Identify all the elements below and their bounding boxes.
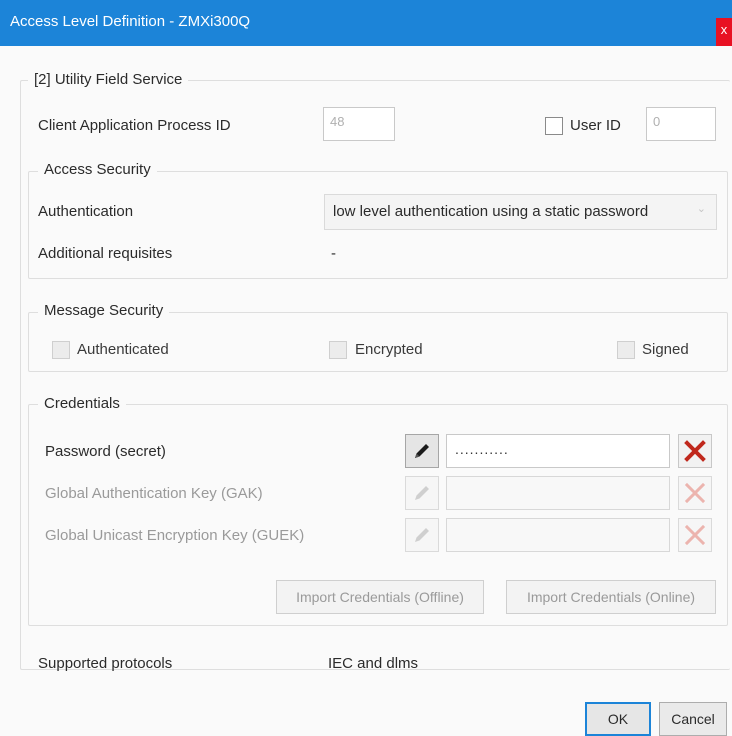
- close-button[interactable]: x: [716, 18, 732, 46]
- guek-edit-button[interactable]: [405, 518, 439, 552]
- guek-clear-button[interactable]: [678, 518, 712, 552]
- user-id-checkbox[interactable]: [545, 117, 563, 135]
- client-app-id-value: 48: [330, 114, 345, 129]
- authenticated-label: Authenticated: [77, 341, 169, 358]
- credentials-legend: Credentials: [38, 395, 126, 412]
- close-icon[interactable]: x: [721, 22, 728, 37]
- gak-edit-button[interactable]: [405, 476, 439, 510]
- pencil-icon: [415, 528, 429, 542]
- encrypted-label: Encrypted: [355, 341, 423, 358]
- gak-input[interactable]: [446, 476, 670, 510]
- main-group-legend: [2] Utility Field Service: [28, 71, 189, 88]
- gak-label: Global Authentication Key (GAK): [45, 485, 263, 502]
- user-id-input[interactable]: 0: [646, 107, 716, 141]
- encrypted-checkbox[interactable]: [329, 341, 347, 359]
- user-id-value: 0: [653, 114, 661, 129]
- import-online-button[interactable]: Import Credentials (Online): [506, 580, 716, 614]
- password-value: ...........: [455, 441, 509, 457]
- pencil-icon: [415, 444, 429, 458]
- message-security-legend: Message Security: [38, 302, 170, 319]
- red-x-icon: [684, 440, 706, 462]
- window-title: Access Level Definition - ZMXi300Q: [10, 13, 251, 30]
- red-x-icon: [684, 482, 706, 504]
- protocols-label: Supported protocols: [38, 655, 173, 672]
- requisites-value: -: [331, 245, 336, 262]
- import-offline-button[interactable]: Import Credentials (Offline): [276, 580, 484, 614]
- client-app-label: Client Application Process ID: [38, 117, 231, 134]
- chevron-down-icon: ⌄: [696, 203, 706, 215]
- red-x-icon: [684, 524, 706, 546]
- signed-checkbox[interactable]: [617, 341, 635, 359]
- gak-clear-button[interactable]: [678, 476, 712, 510]
- guek-input[interactable]: [446, 518, 670, 552]
- authentication-label: Authentication: [38, 203, 134, 220]
- title-bar: Access Level Definition - ZMXi300Q x: [0, 0, 732, 46]
- cancel-button[interactable]: Cancel: [659, 702, 727, 736]
- access-security-legend: Access Security: [38, 161, 157, 178]
- ok-button[interactable]: OK: [585, 702, 651, 736]
- password-label: Password (secret): [45, 443, 166, 460]
- client-app-id-input[interactable]: 48: [323, 107, 395, 141]
- authentication-value: low level authentication using a static …: [333, 203, 649, 220]
- password-input[interactable]: ...........: [446, 434, 670, 468]
- authenticated-checkbox[interactable]: [52, 341, 70, 359]
- requisites-label: Additional requisites: [38, 245, 173, 262]
- user-id-label: User ID: [570, 117, 621, 134]
- protocols-value: IEC and dlms: [328, 655, 419, 672]
- pencil-icon: [415, 486, 429, 500]
- signed-label: Signed: [642, 341, 689, 358]
- password-clear-button[interactable]: [678, 434, 712, 468]
- authentication-select[interactable]: low level authentication using a static …: [324, 194, 717, 230]
- password-edit-button[interactable]: [405, 434, 439, 468]
- guek-label: Global Unicast Encryption Key (GUEK): [45, 527, 305, 544]
